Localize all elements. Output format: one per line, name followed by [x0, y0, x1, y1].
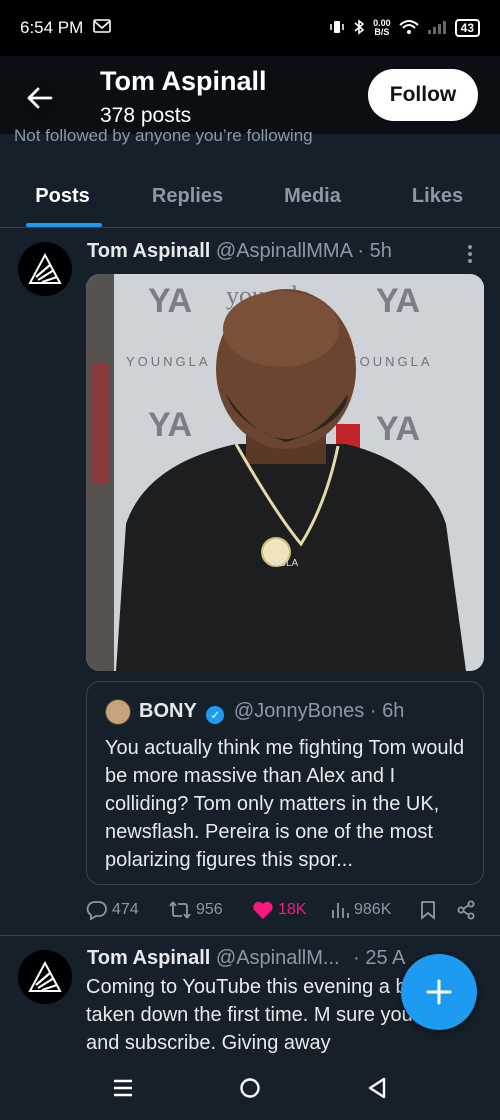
- avatar-2[interactable]: [18, 950, 72, 1004]
- profile-name-title: Tom Aspinall: [100, 66, 267, 96]
- tweet-author-handle: @AspinallMMA · 5h: [215, 240, 392, 262]
- vibrate-icon: [329, 19, 345, 38]
- tweet-2-time: · 25 A: [353, 947, 406, 969]
- network-speed-unit: B/S: [374, 27, 390, 37]
- system-navigation-bar: [0, 1056, 500, 1120]
- mail-icon: [93, 19, 112, 37]
- circle-home-icon: [240, 1078, 260, 1098]
- avatar[interactable]: [18, 242, 72, 296]
- tweet-author-name[interactable]: Tom Aspinall: [87, 240, 210, 262]
- share-button[interactable]: [456, 900, 476, 920]
- home-button[interactable]: [230, 1068, 270, 1108]
- media-logo-text-3: YA: [148, 406, 192, 444]
- tweet-2-author-name[interactable]: Tom Aspinall: [87, 947, 210, 969]
- repost-button[interactable]: 956: [168, 900, 252, 920]
- bluetooth-icon: [353, 18, 365, 38]
- triangle-back-icon: [368, 1077, 385, 1099]
- media-brand-text-2: YOUNGLA: [348, 354, 433, 369]
- tab-posts-label: Posts: [35, 185, 90, 207]
- quoted-author-avatar: [105, 699, 131, 725]
- tab-posts[interactable]: Posts: [0, 170, 125, 227]
- views-button[interactable]: 986K: [330, 900, 420, 920]
- tab-replies-label: Replies: [151, 185, 224, 207]
- tweet-2-header: Tom Aspinall @AspinallM... · 25 A: [87, 947, 405, 970]
- bookmark-button[interactable]: [420, 900, 456, 920]
- status-bar: 6:54 PM 0.00 B/S 43: [0, 0, 500, 56]
- status-time: 6:54 PM: [20, 18, 84, 37]
- tab-media[interactable]: Media: [250, 170, 375, 227]
- compose-post-button[interactable]: [401, 954, 477, 1030]
- back-button[interactable]: [18, 76, 62, 120]
- like-button[interactable]: 18K: [252, 900, 330, 920]
- active-tab-indicator: [26, 223, 102, 227]
- battery-indicator: 43: [454, 19, 480, 37]
- plus-icon: [426, 979, 452, 1005]
- tweet-2-author-handle: @AspinallM...: [215, 947, 340, 969]
- reply-count: 474: [112, 901, 139, 918]
- reply-icon: [86, 901, 107, 920]
- wifi-icon: [398, 19, 419, 38]
- reply-button[interactable]: 474: [86, 900, 168, 920]
- tweet-header: Tom Aspinall @AspinallMMA · 5h: [87, 240, 392, 263]
- heart-filled-icon: [253, 901, 273, 919]
- tweet-divider: [0, 935, 500, 936]
- tweet-video-thumbnail[interactable]: YA youngla YA YOUNGLA YOUNGLA YA YA NGLA: [86, 274, 484, 671]
- media-logo-text: YA: [148, 282, 192, 320]
- media-brand-text: YOUNGLA: [126, 354, 211, 369]
- bookmark-icon: [421, 901, 435, 920]
- recent-apps-button[interactable]: [103, 1068, 143, 1108]
- aspinall-logo-icon: [28, 253, 62, 284]
- tab-likes[interactable]: Likes: [375, 170, 500, 227]
- quoted-tweet-text: You actually think me fighting Tom would…: [105, 737, 465, 871]
- tweet-action-bar: 474 956 18K 986K: [86, 895, 480, 925]
- verified-badge-icon: ✓: [206, 706, 225, 724]
- media-shirt-text: NGLA: [271, 558, 299, 569]
- profile-tabs: Posts Replies Media Likes: [0, 170, 500, 228]
- repost-count: 956: [196, 901, 223, 918]
- views-count: 986K: [354, 901, 392, 918]
- quoted-tweet-card[interactable]: BONY ✓ @JonnyBones · 6h You actually thi…: [86, 681, 484, 885]
- views-chart-icon: [332, 903, 349, 918]
- media-logo-text-4: YA: [376, 410, 420, 448]
- arrow-left-icon: [27, 87, 53, 109]
- tab-media-label: Media: [284, 185, 341, 207]
- repost-icon: [169, 901, 191, 919]
- tab-likes-label: Likes: [411, 185, 464, 207]
- post-count: 378 posts: [100, 104, 192, 127]
- like-count: 18K: [278, 901, 307, 918]
- profile-header: Tom Aspinall 378 posts Follow: [0, 56, 500, 134]
- quoted-tweet-header: BONY ✓ @JonnyBones · 6h: [139, 700, 404, 724]
- follow-button[interactable]: Follow: [368, 69, 478, 121]
- more-options-icon[interactable]: [466, 244, 474, 264]
- aspinall-logo-icon-2: [28, 961, 62, 992]
- quoted-author-name: BONY: [139, 700, 197, 722]
- menu-lines-icon: [114, 1079, 133, 1097]
- tab-replies[interactable]: Replies: [125, 170, 250, 227]
- network-speed: 0.00 B/S: [373, 19, 391, 37]
- share-icon: [457, 900, 475, 920]
- media-logo-text-2: YA: [376, 282, 420, 320]
- followers-you-know-note: Not followed by anyone you’re following: [14, 126, 313, 145]
- back-nav-button[interactable]: [357, 1068, 397, 1108]
- signal-icon: [427, 19, 447, 38]
- quoted-author-handle: @JonnyBones · 6h: [233, 700, 405, 722]
